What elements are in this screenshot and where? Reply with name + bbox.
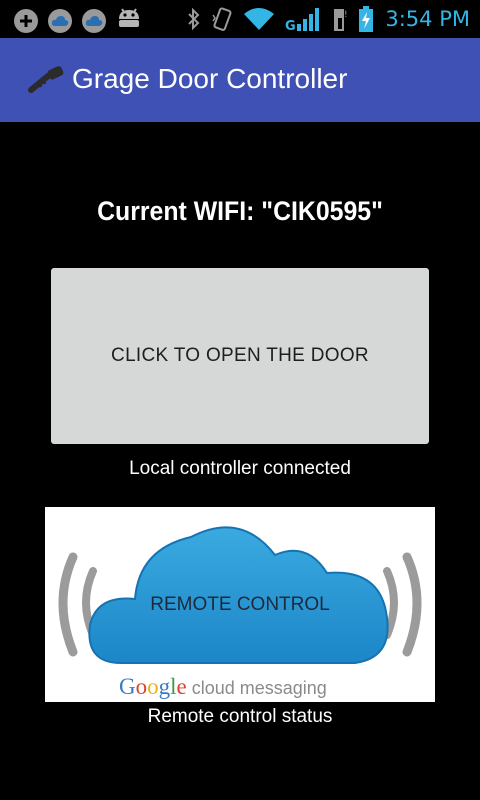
sim-signal-icon: ! (333, 6, 349, 32)
open-door-button[interactable]: CLICK TO OPEN THE DOOR (51, 268, 429, 444)
notification-icons (14, 7, 142, 34)
cloud-messaging-text: cloud messaging (191, 678, 327, 698)
remote-control-label: REMOTE CONTROL (150, 594, 330, 615)
app-bar: Grage Door Controller (0, 38, 480, 122)
wifi-icon (243, 7, 275, 31)
app-title: Grage Door Controller (72, 63, 348, 94)
remote-control-status: Remote control status (147, 706, 333, 727)
logo-letter: g (158, 674, 171, 699)
signal-icon: G (285, 6, 323, 32)
remote-control-button[interactable]: REMOTE CONTROL Google cloud messaging (45, 507, 435, 702)
logo-letter: e (176, 674, 187, 699)
svg-text:G: G (285, 19, 296, 32)
google-wordmark: Google (119, 674, 187, 700)
android-icon (116, 7, 142, 34)
battery-charging-icon (359, 6, 374, 32)
cloud-notification-icon (48, 8, 72, 33)
vibrate-icon (211, 6, 233, 32)
system-icons: G ! 3:54 PM (187, 4, 470, 34)
logo-letter: o (147, 674, 159, 699)
add-notification-icon (14, 8, 38, 33)
logo-letter: G (119, 674, 136, 699)
cloud-notification-icon-2 (82, 8, 106, 33)
svg-text:!: ! (344, 10, 348, 20)
current-wifi-label: Current WIFI: "CIK0595" (97, 196, 383, 226)
local-controller-status: Local controller connected (129, 458, 351, 479)
status-bar: G ! 3:54 PM (0, 0, 480, 38)
logo-letter: o (135, 674, 148, 699)
bluetooth-icon (187, 7, 201, 31)
google-cloud-messaging-logo: Google cloud messaging (119, 674, 327, 700)
key-icon (28, 65, 66, 98)
clock: 3:54 PM (385, 7, 470, 31)
